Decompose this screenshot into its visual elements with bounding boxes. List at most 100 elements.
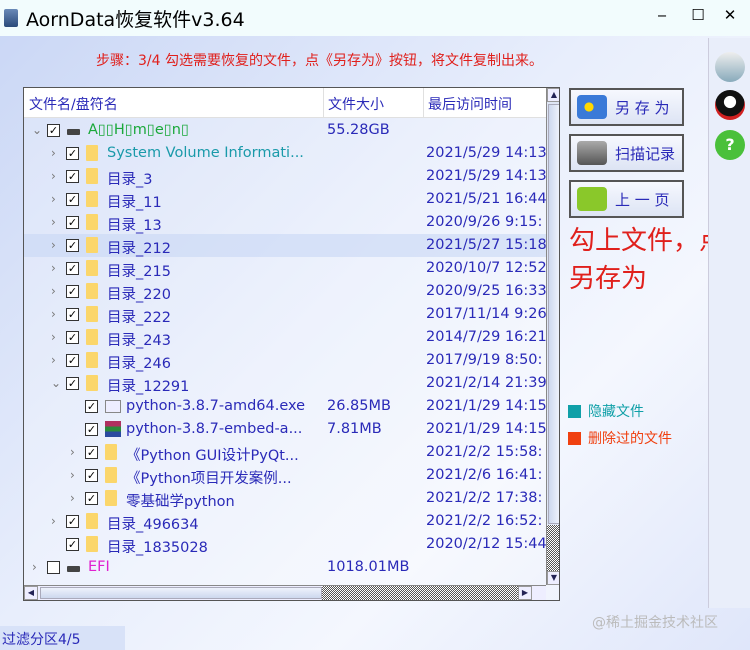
row-checkbox[interactable]: ✓ xyxy=(85,400,98,413)
tree-row[interactable]: › EFI 1018.01MB xyxy=(24,556,546,579)
help-icon[interactable]: ? xyxy=(715,130,745,160)
tree-row[interactable]: › ✓ 目录_222 2017/11/14 9:26 xyxy=(24,303,547,326)
tree-row[interactable]: ✓ 目录_1835028 2020/2/12 15:44 xyxy=(24,533,547,556)
row-checkbox[interactable]: ✓ xyxy=(85,469,98,482)
chevron-right-icon[interactable]: › xyxy=(51,169,56,183)
back-arrow-icon xyxy=(577,187,607,211)
scroll-thumb[interactable] xyxy=(548,104,559,524)
row-name: 《Python GUI设计PyQt... xyxy=(126,448,299,464)
row-checkbox[interactable]: ✓ xyxy=(85,446,98,459)
tree-row[interactable]: ⌄ ✓ A▯▯H▯m▯e▯n▯ 55.28GB xyxy=(24,119,546,142)
tree-row[interactable]: › ✓ 目录_496634 2021/2/2 16:52: xyxy=(24,510,546,533)
scroll-right-button[interactable]: ▶ xyxy=(518,586,532,600)
folder-icon xyxy=(86,536,98,552)
column-date[interactable]: 最后访问时间 xyxy=(428,94,512,114)
row-checkbox[interactable]: ✓ xyxy=(66,331,79,344)
row-date: 2021/2/2 15:58: xyxy=(426,444,543,460)
row-checkbox[interactable]: ✓ xyxy=(66,538,79,551)
save-as-button[interactable]: 另 存 为 xyxy=(569,88,684,126)
tree-row[interactable]: › ✓ 目录_220 2020/9/25 16:33 xyxy=(24,280,547,303)
row-name: 目录_220 xyxy=(107,287,171,303)
row-name: 目录_1835028 xyxy=(107,540,208,556)
row-checkbox[interactable]: ✓ xyxy=(66,308,79,321)
row-date: 2020/9/25 16:33 xyxy=(426,283,547,299)
scroll-up-button[interactable]: ▲ xyxy=(547,88,559,102)
scroll-left-button[interactable]: ◀ xyxy=(24,586,38,600)
chevron-right-icon[interactable]: › xyxy=(51,330,56,344)
chevron-right-icon[interactable]: › xyxy=(70,445,75,459)
row-date: 2021/1/29 14:15 xyxy=(426,398,547,414)
maximize-button[interactable]: ☐ xyxy=(686,6,710,24)
row-name: EFI xyxy=(88,559,110,575)
close-button[interactable]: ✕ xyxy=(718,6,742,24)
chevron-down-icon[interactable]: ⌄ xyxy=(32,123,42,137)
watermark: @稀土掘金技术社区 xyxy=(592,615,718,631)
row-checkbox[interactable]: ✓ xyxy=(66,193,79,206)
row-size: 1018.01MB xyxy=(327,559,410,575)
tree-row[interactable]: ⌄ ✓ 目录_12291 2021/2/14 21:39 xyxy=(24,372,547,395)
scan-record-button[interactable]: 扫描记录 xyxy=(569,134,684,172)
hscroll-thumb[interactable] xyxy=(40,587,322,599)
row-checkbox[interactable]: ✓ xyxy=(66,354,79,367)
row-checkbox[interactable]: ✓ xyxy=(66,262,79,275)
row-name: 目录_212 xyxy=(107,241,171,257)
row-checkbox[interactable]: ✓ xyxy=(66,239,79,252)
row-checkbox[interactable]: ✓ xyxy=(66,170,79,183)
row-checkbox[interactable]: ✓ xyxy=(66,285,79,298)
qq-icon[interactable] xyxy=(715,90,745,120)
scroll-down-button[interactable]: ▼ xyxy=(547,571,559,585)
row-name: 目录_243 xyxy=(107,333,171,349)
row-checkbox[interactable] xyxy=(47,561,60,574)
folder-icon xyxy=(86,145,98,161)
chevron-right-icon[interactable]: › xyxy=(51,238,56,252)
folder-icon xyxy=(86,214,98,230)
row-name: A▯▯H▯m▯e▯n▯ xyxy=(88,122,189,138)
row-name: 零基础学python xyxy=(126,494,235,510)
chevron-right-icon[interactable]: › xyxy=(70,468,75,482)
row-size: 7.81MB xyxy=(327,421,382,437)
tree-row[interactable]: › ✓ 《Python GUI设计PyQt... 2021/2/2 15:58: xyxy=(24,441,546,464)
row-size: 55.28GB xyxy=(327,122,390,138)
row-checkbox[interactable]: ✓ xyxy=(66,377,79,390)
horizontal-scrollbar[interactable]: ◀ ▶ xyxy=(24,585,546,600)
chevron-right-icon[interactable]: › xyxy=(51,192,56,206)
vertical-scrollbar[interactable]: ▲ ▼ xyxy=(546,88,559,585)
chevron-right-icon[interactable]: › xyxy=(51,353,56,367)
column-name[interactable]: 文件名/盘符名 xyxy=(29,94,118,114)
row-checkbox[interactable]: ✓ xyxy=(66,216,79,229)
row-checkbox[interactable]: ✓ xyxy=(47,124,60,137)
tree-row[interactable]: › ✓ 目录_13 2020/9/26 9:15: xyxy=(24,211,546,234)
tree-row[interactable]: › ✓ 目录_11 2021/5/21 16:44 xyxy=(24,188,547,211)
tree-row[interactable]: › ✓ 目录_3 2021/5/29 14:13 xyxy=(24,165,547,188)
chevron-right-icon[interactable]: › xyxy=(70,491,75,505)
column-size[interactable]: 文件大小 xyxy=(328,94,384,114)
minimize-button[interactable]: ‒ xyxy=(650,6,674,24)
tree-row[interactable]: › ✓ System Volume Informati... 2021/5/29 14… xyxy=(24,142,547,165)
row-checkbox[interactable]: ✓ xyxy=(66,515,79,528)
tree-row[interactable]: › ✓ 目录_243 2014/7/29 16:21 xyxy=(24,326,547,349)
row-date: 2017/11/14 9:26 xyxy=(426,306,547,322)
chevron-right-icon[interactable]: › xyxy=(51,307,56,321)
legend-hidden: 隐藏文件 xyxy=(568,401,644,421)
row-checkbox[interactable]: ✓ xyxy=(85,423,98,436)
chevron-right-icon[interactable]: › xyxy=(51,215,56,229)
tree-row[interactable]: › ✓ 目录_215 2020/10/7 12:52 xyxy=(24,257,547,280)
chevron-right-icon[interactable]: › xyxy=(51,284,56,298)
tree-row[interactable]: › ✓ 零基础学python 2021/2/2 17:38: xyxy=(24,487,546,510)
chevron-right-icon[interactable]: › xyxy=(51,261,56,275)
tree-row[interactable]: › ✓ 目录_212 2021/5/27 15:18 xyxy=(24,234,547,257)
row-checkbox[interactable]: ✓ xyxy=(85,492,98,505)
row-checkbox[interactable]: ✓ xyxy=(66,147,79,160)
row-date: 2021/5/29 14:13 xyxy=(426,145,547,161)
tree-row[interactable]: ✓ python-3.8.7-embed-a... 7.81MB 2021/1/29 … xyxy=(24,418,547,441)
tree-row[interactable]: › ✓ 目录_246 2017/9/19 8:50: xyxy=(24,349,546,372)
row-date: 2020/9/26 9:15: xyxy=(426,214,543,230)
prev-page-button[interactable]: 上 一 页 xyxy=(569,180,684,218)
chevron-right-icon[interactable]: › xyxy=(32,560,37,574)
chevron-right-icon[interactable]: › xyxy=(51,146,56,160)
tree-row[interactable]: › ✓ 《Python项目开发案例... 2021/2/6 16:41: xyxy=(24,464,546,487)
chevron-right-icon[interactable]: › xyxy=(51,514,56,528)
chevron-down-icon[interactable]: ⌄ xyxy=(51,376,61,390)
settings-icon[interactable] xyxy=(715,52,745,82)
tree-row[interactable]: ✓ python-3.8.7-amd64.exe 26.85MB 2021/1/29 … xyxy=(24,395,547,418)
